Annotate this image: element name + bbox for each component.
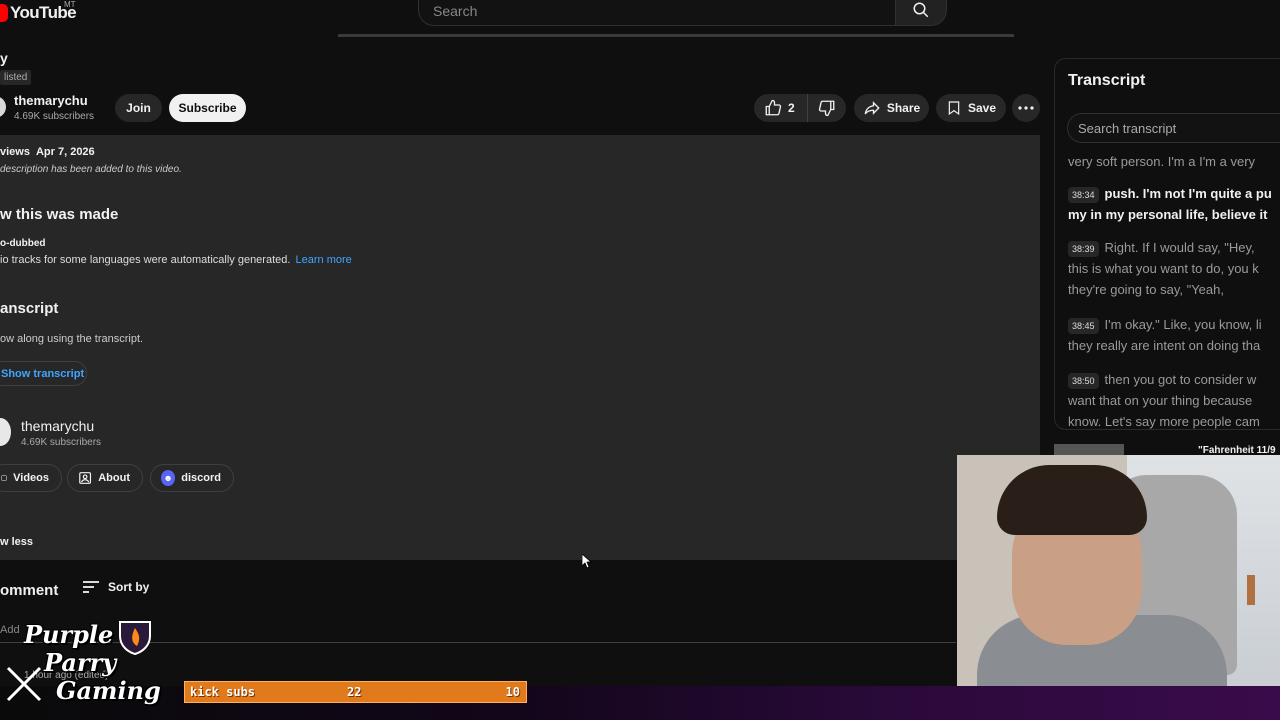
- discord-icon: ☻: [161, 470, 176, 486]
- segment-timestamp: 38:50: [1068, 372, 1099, 389]
- channel-name-secondary[interactable]: themarychu: [21, 418, 94, 434]
- transcript-segment[interactable]: 38:50 then you got to consider w want tha…: [1068, 369, 1280, 429]
- videos-label: Videos: [13, 472, 49, 484]
- person-icon: [79, 472, 92, 484]
- discord-label: discord: [181, 472, 221, 484]
- sort-by-label: Sort by: [108, 580, 150, 594]
- thumbs-up-icon: [765, 99, 782, 116]
- search-button[interactable]: [895, 0, 947, 26]
- kick-subs-goal-bar: kick subs 22 10: [184, 681, 527, 703]
- views-text: views: [0, 146, 30, 158]
- sort-by-button[interactable]: Sort by: [82, 580, 149, 594]
- transcript-heading: anscript: [0, 300, 59, 317]
- video-title: y: [0, 50, 8, 66]
- dislike-button[interactable]: [808, 94, 846, 122]
- logo-line-1: Purple: [24, 620, 114, 649]
- transcript-search-input[interactable]: Search transcript: [1067, 113, 1280, 143]
- logo-line-3: Gaming: [56, 676, 161, 705]
- webcam-feed: [957, 455, 1280, 686]
- like-dislike-group: 2: [754, 94, 846, 122]
- logo-line-2: Parry: [44, 648, 117, 677]
- kick-subs-label: kick subs: [190, 685, 256, 699]
- auto-dubbed-heading: o-dubbed: [0, 238, 46, 249]
- region-code: MT: [64, 0, 76, 9]
- loading-bar: [338, 34, 1014, 37]
- visibility-badge: listed: [0, 70, 32, 85]
- comments-heading: omment: [0, 582, 59, 599]
- share-icon: [864, 101, 880, 115]
- share-button[interactable]: Share: [854, 94, 929, 122]
- join-button[interactable]: Join: [115, 94, 162, 122]
- sort-icon: [83, 581, 99, 593]
- thumbs-down-icon: [818, 100, 835, 117]
- segment-timestamp: 38:34: [1068, 186, 1099, 203]
- purple-parry-gaming-logo: Purple Parry Gaming: [4, 618, 164, 714]
- video-square-icon: [1, 475, 7, 481]
- kick-subs-goal: 10: [505, 685, 520, 699]
- more-horizontal-icon: [1018, 106, 1034, 110]
- subscribe-button[interactable]: Subscribe: [169, 94, 246, 122]
- webcam-person-hair: [997, 465, 1147, 535]
- transcript-panel: Transcript Search transcript very soft p…: [1054, 58, 1280, 430]
- transcript-description: ow along using the transcript.: [0, 333, 144, 345]
- more-actions-button[interactable]: [1012, 94, 1040, 122]
- subscriber-count: 4.69K subscribers: [14, 111, 95, 122]
- show-less-button[interactable]: w less: [0, 536, 33, 548]
- auto-dubbed-text: io tracks for some languages were automa…: [0, 254, 352, 266]
- no-description-text: description has been added to this video…: [0, 164, 182, 175]
- youtube-logo[interactable]: YouTube MT: [0, 0, 77, 24]
- transcript-segment[interactable]: 38:45 I'm okay." Like, you know, li they …: [1068, 314, 1280, 356]
- mouse-cursor-icon: [582, 554, 592, 568]
- discord-button[interactable]: ☻ discord: [150, 464, 234, 492]
- about-button[interactable]: About: [67, 464, 143, 492]
- transcript-segment-active[interactable]: 38:34 push. I'm not I'm quite a pu my in …: [1068, 183, 1280, 225]
- about-label: About: [98, 472, 130, 484]
- transcript-segment[interactable]: 38:39 Right. If I would say, "Hey, this i…: [1068, 237, 1280, 300]
- search-icon: [913, 2, 929, 18]
- channel-avatar[interactable]: [0, 96, 6, 118]
- kick-subs-count: 22: [347, 685, 362, 699]
- how-made-heading: w this was made: [0, 206, 119, 223]
- like-count: 2: [788, 101, 795, 115]
- save-button[interactable]: Save: [936, 94, 1006, 122]
- transcript-panel-title: Transcript: [1068, 72, 1146, 89]
- videos-button[interactable]: Videos: [0, 464, 62, 492]
- share-label: Share: [886, 101, 921, 115]
- search-input[interactable]: Search: [418, 0, 896, 26]
- view-date-line: views Apr 7, 2026: [0, 146, 95, 158]
- show-transcript-button[interactable]: Show transcript: [0, 361, 87, 386]
- segment-timestamp: 38:39: [1068, 240, 1099, 257]
- upload-date: Apr 7, 2026: [35, 146, 95, 158]
- flame-shield-icon: [119, 621, 151, 656]
- youtube-play-icon: [0, 4, 8, 22]
- channel-name[interactable]: themarychu: [14, 93, 88, 108]
- description-panel[interactable]: [0, 135, 1040, 560]
- crossed-swords-icon: [6, 666, 42, 702]
- segment-timestamp: 38:45: [1068, 317, 1099, 334]
- save-label: Save: [967, 101, 997, 115]
- transcript-segment[interactable]: very soft person. I'm a I'm a very: [1068, 151, 1280, 172]
- like-button[interactable]: 2: [754, 94, 808, 122]
- bookmark-icon: [948, 101, 960, 116]
- auto-dubbed-body: io tracks for some languages were automa…: [0, 254, 291, 266]
- webcam-figurine: [1247, 575, 1255, 605]
- subscriber-count-secondary: 4.69K subscribers: [21, 437, 102, 448]
- learn-more-link[interactable]: Learn more: [296, 254, 352, 266]
